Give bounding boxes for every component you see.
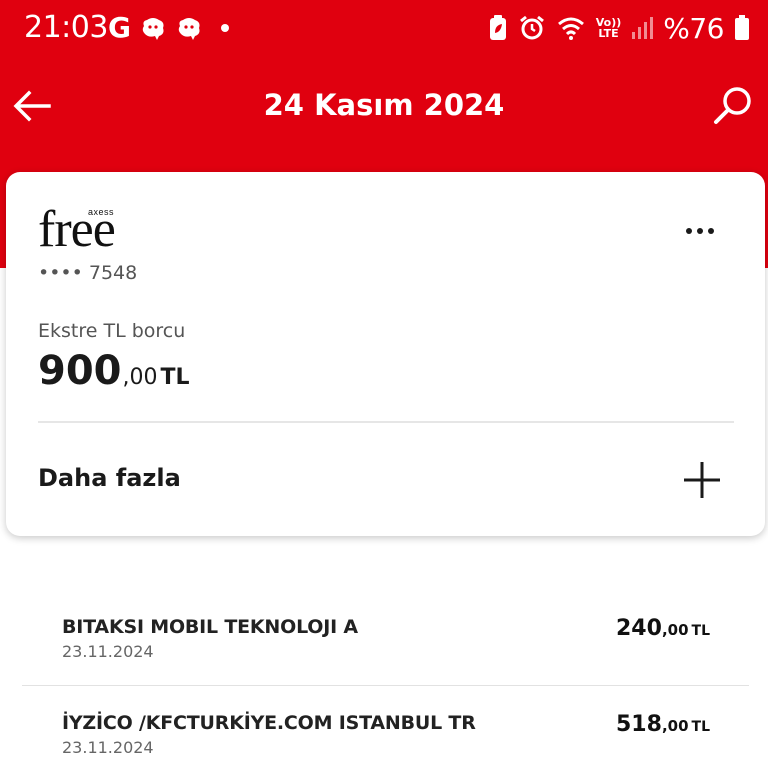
transaction-amount: 240,00 TL [616,616,710,641]
debt-currency: TL [160,365,190,390]
volte-icon: Vo)) LTE [595,16,622,40]
more-horizontal-icon [697,228,703,234]
transaction-merchant: BITAKSI MOBIL TEKNOLOJI A [62,616,358,638]
status-time: 21:03 [24,10,108,45]
show-more-label: Daha fazla [38,464,181,492]
transaction-merchant: İYZİCO /KFCTURKİYE.COM ISTANBUL TR [62,712,476,734]
debt-amount-decimal: ,00 [122,365,158,390]
transaction-date: 23.11.2024 [62,738,154,757]
transaction-row[interactable]: BITAKSI MOBIL TEKNOLOJI A 23.11.2024 240… [0,590,768,686]
debt-label: Ekstre TL borcu [38,320,186,342]
transaction-amount: 518,00 TL [616,712,710,737]
transaction-row[interactable]: İYZİCO /KFCTURKİYE.COM ISTANBUL TR 23.11… [0,686,768,768]
card-divider [38,421,734,423]
logo-name: free [38,201,116,258]
plus-icon [684,462,720,498]
search-button[interactable] [710,82,756,128]
signal-icon [632,17,654,39]
battery-icon [735,15,749,40]
battery-percentage: %76 [663,11,724,45]
page-title: 24 Kasım 2024 [263,88,505,122]
app-notification-icon [178,18,200,40]
status-bar: 21:03 G Vo)) LTE %76 [0,0,768,56]
more-horizontal-icon [686,228,692,234]
more-notifications-dot-icon [220,24,229,32]
search-icon [714,87,751,124]
google-icon: G [108,11,131,44]
credit-card-summary: axess free •••• 7548 Ekstre TL borcu 900… [6,172,765,536]
card-options-button[interactable] [676,216,724,246]
app-notification-icon [142,18,164,40]
status-system-icons: Vo)) LTE %76 [488,11,750,45]
transaction-date: 23.11.2024 [62,642,154,661]
more-horizontal-icon [708,228,714,234]
battery-saver-icon [489,15,506,40]
debt-amount-integer: 900 [38,348,122,394]
show-more-row[interactable]: Daha fazla [6,424,765,536]
wifi-icon [557,17,584,40]
debt-amount: 900,00 TL [38,348,190,394]
alarm-icon [519,15,544,40]
card-number: •••• 7548 [38,262,138,284]
status-notification-icons: G [108,12,229,44]
